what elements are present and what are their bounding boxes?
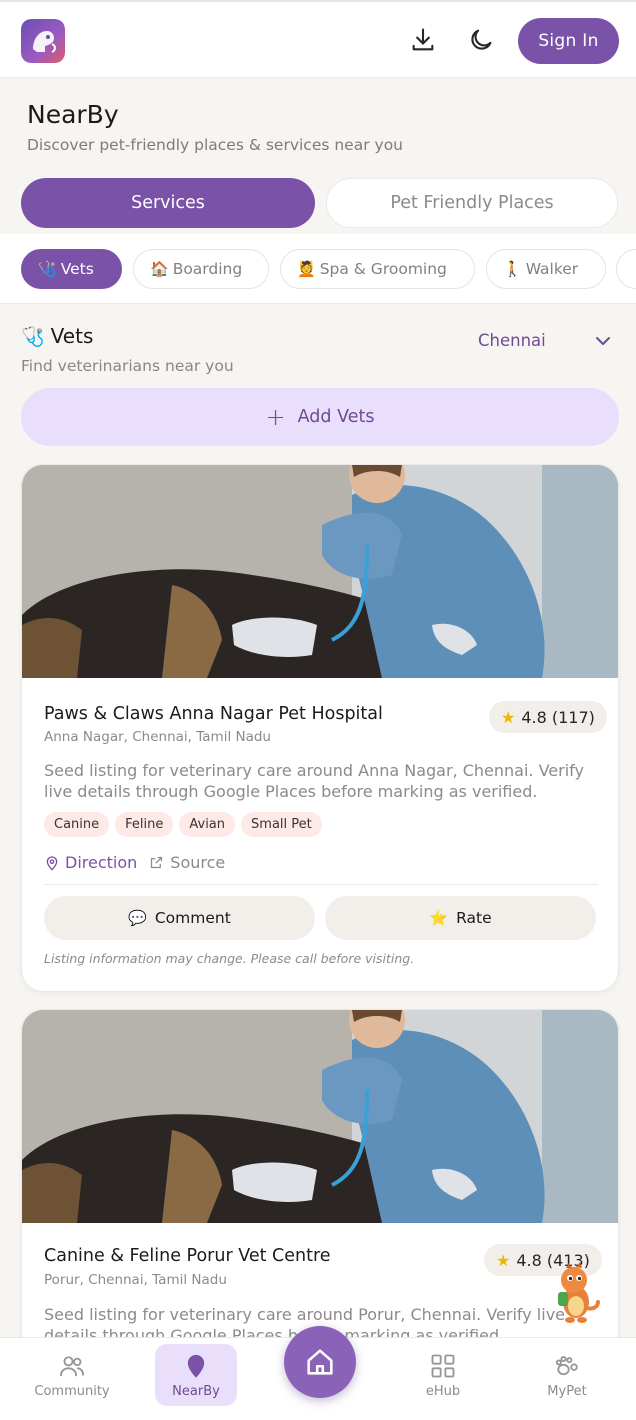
nav-nearby[interactable]: NearBy (155, 1344, 237, 1406)
external-link-icon (151, 856, 163, 869)
dragon-mascot-icon[interactable] (552, 1262, 600, 1324)
community-icon (59, 1356, 85, 1377)
chip-spa-grooming[interactable]: 💆 Spa & Grooming (280, 249, 475, 289)
category-chips-bar: 🩺 Vets 🏠 Boarding 💆 Spa & Grooming 🚶 Wal… (0, 234, 636, 304)
chip-label: Vets (60, 260, 94, 278)
star-icon: ⭐ (429, 909, 449, 927)
rate-button[interactable]: ⭐ Rate (325, 896, 596, 940)
nav-ehub[interactable]: eHub (402, 1344, 484, 1406)
direction-link[interactable]: Direction (44, 853, 137, 872)
plus-icon: + (265, 403, 286, 431)
chip-more[interactable] (616, 249, 636, 289)
rate-label: Rate (456, 909, 492, 927)
source-label: Source (170, 853, 226, 872)
location-pin-icon (187, 1354, 205, 1378)
chevron-down-icon[interactable] (594, 333, 612, 349)
chip-label: Spa & Grooming (319, 260, 447, 278)
walking-person-icon: 🚶 (503, 260, 522, 278)
tab-pet-friendly-places[interactable]: Pet Friendly Places (326, 178, 618, 228)
section-subtitle: Find veterinarians near you (21, 357, 234, 375)
chip-label: Walker (525, 260, 579, 278)
map-pin-icon (46, 855, 58, 871)
chip-vets[interactable]: 🩺 Vets (21, 249, 122, 289)
stethoscope-icon: 🩺 (38, 260, 57, 278)
listing-name[interactable]: Canine & Feline Porur Vet Centre (44, 1246, 331, 1266)
sign-in-button[interactable]: Sign In (518, 18, 619, 64)
tag: Canine (44, 812, 110, 837)
top-bar: Sign In (0, 0, 636, 78)
tag: Small Pet (241, 812, 322, 837)
nav-label: NearBy (172, 1384, 220, 1399)
nav-community[interactable]: Community (31, 1344, 113, 1406)
home-icon (307, 1349, 333, 1375)
listing-description: Seed listing for veterinary care around … (44, 761, 584, 801)
app-logo[interactable] (21, 19, 65, 63)
tag: Feline (115, 812, 174, 837)
comment-label: Comment (154, 909, 231, 927)
add-vets-button[interactable]: + Add Vets (21, 388, 619, 446)
listing-disclaimer: Listing information may change. Please c… (44, 951, 415, 966)
source-link[interactable]: Source (149, 853, 225, 872)
stethoscope-icon: 🩺 (21, 325, 45, 348)
tab-services[interactable]: Services (21, 178, 315, 228)
dark-mode-moon-icon[interactable] (467, 26, 495, 54)
nav-label: eHub (425, 1384, 461, 1399)
chip-boarding[interactable]: 🏠 Boarding (133, 249, 269, 289)
grid-icon (431, 1354, 455, 1378)
divider (44, 884, 598, 885)
listing-name[interactable]: Paws & Claws Anna Nagar Pet Hospital (44, 704, 383, 724)
add-vets-label: Add Vets (297, 407, 375, 427)
page-title: NearBy (27, 100, 119, 129)
listing-location: Anna Nagar, Chennai, Tamil Nadu (44, 729, 271, 745)
listing-card[interactable]: Paws & Claws Anna Nagar Pet Hospital ★ 4… (21, 464, 619, 992)
section-title-text: Vets (50, 324, 94, 348)
nav-label: Community (34, 1384, 110, 1399)
paw-icon (555, 1355, 578, 1376)
section-title: 🩺 Vets (21, 324, 93, 348)
massage-icon: 💆 (297, 260, 316, 278)
download-icon[interactable] (409, 26, 437, 54)
listing-location: Porur, Chennai, Tamil Nadu (44, 1272, 227, 1288)
house-icon: 🏠 (150, 260, 169, 278)
nav-label: MyPet (547, 1384, 587, 1399)
home-button[interactable] (284, 1326, 356, 1398)
vet-photo (22, 465, 618, 678)
comment-button[interactable]: 💬 Comment (44, 896, 315, 940)
city-selector[interactable]: Chennai (478, 331, 546, 350)
rating-value: 4.8 (117) (521, 707, 595, 727)
rating-badge: ★ 4.8 (117) (489, 701, 607, 733)
star-icon: ★ (501, 707, 516, 727)
tag: Avian (179, 812, 236, 837)
star-icon: ★ (496, 1250, 511, 1270)
nav-mypet[interactable]: MyPet (526, 1344, 608, 1406)
tag-list: Canine Feline Avian Small Pet (44, 812, 322, 837)
chip-walker[interactable]: 🚶 Walker (486, 249, 606, 289)
vet-photo (22, 1010, 618, 1223)
direction-label: Direction (65, 853, 138, 872)
chip-label: Boarding (172, 260, 243, 278)
listing-links: Direction Source (44, 853, 225, 872)
page-subtitle: Discover pet-friendly places & services … (27, 136, 403, 154)
speech-bubble-icon: 💬 (128, 909, 147, 927)
